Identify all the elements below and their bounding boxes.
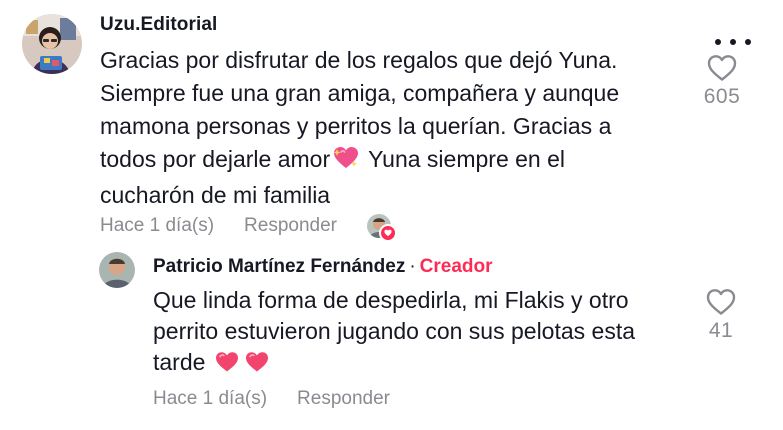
reply-text-line: Que linda forma de despedirla, mi Flakis… [153,287,629,313]
comment-text: Gracias por disfrutar de los regalos que… [100,44,680,212]
heart-icon [379,224,397,242]
reply-text: Que linda forma de despedirla, mi Flakis… [153,285,693,381]
comment-timestamp: Hace 1 día(s) [100,215,215,236]
comment-text-line: Siempre fue una gran amiga, compañera y … [100,80,620,106]
more-options-icon[interactable] [715,32,751,52]
comment-body: Uzu.Editorial Gracias por disfrutar de l… [100,12,680,212]
comment-text-line: Gracias por disfrutar de los regalos que… [100,47,618,73]
sparkling-heart-icon [333,146,359,179]
heart-icon [245,350,269,381]
comment-username[interactable]: Uzu.Editorial [100,12,680,38]
comment-meta: Hace 1 día(s) Responder [100,214,397,242]
creator-badge: Creador [419,256,493,277]
reply-header: Patricio Martínez Fernández · Creador [153,254,693,280]
like-heart-icon[interactable] [707,54,737,82]
comment-text-segment: Yuna siempre en el [362,146,566,172]
reply-text-segment: tarde [153,349,206,375]
like-count: 605 [703,85,741,108]
avatar[interactable] [99,252,135,288]
comment-like: 605 [692,54,752,109]
avatar[interactable] [22,14,82,74]
reply-meta: Hace 1 día(s) Responder [153,388,390,410]
comment-text-line: todos por dejarle amor Yuna siempre en e… [100,143,680,179]
reply-like: 41 [691,288,751,343]
comment-thread: Uzu.Editorial Gracias por disfrutar de l… [0,0,783,430]
reply-text-line: tarde [153,347,693,381]
reply-body: Patricio Martínez Fernández · Creador Que … [153,254,693,381]
reply-timestamp: Hace 1 día(s) [153,388,268,409]
avatar-image [22,14,82,74]
more-dot [745,39,751,45]
heart-icon [215,350,239,381]
like-count: 41 [708,319,734,342]
comment-text-segment: todos por dejarle amor [100,146,331,172]
avatar-image [99,252,135,288]
comment-text-line: mamona personas y perritos la querían. G… [100,113,612,139]
reply-button[interactable]: Responder [244,215,337,237]
creator-liked-badge [367,214,397,242]
reply-button[interactable]: Responder [297,388,390,410]
separator-dot: · [409,256,416,277]
more-dot [730,39,736,45]
comment-text-line: cucharón de mi familia [100,182,331,208]
more-dot [715,39,721,45]
like-heart-icon[interactable] [706,288,736,316]
reply-text-line: perrito estuvieron jugando con sus pelot… [153,318,636,344]
reply-username[interactable]: Patricio Martínez Fernández [153,256,405,277]
